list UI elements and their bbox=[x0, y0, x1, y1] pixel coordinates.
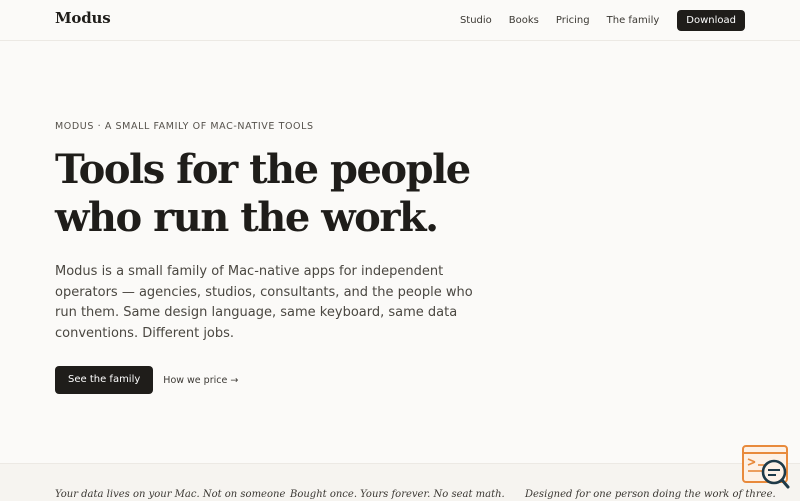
chat-search-icon bbox=[742, 445, 790, 489]
nav-links: Studio Books Pricing The family Download bbox=[443, 10, 745, 31]
nav-link-studio[interactable]: Studio bbox=[460, 15, 492, 26]
brand-logo[interactable]: Modus bbox=[55, 9, 111, 27]
how-we-price-link[interactable]: How we price → bbox=[163, 375, 238, 386]
chat-search-widget-button[interactable] bbox=[741, 444, 791, 490]
nav-link-books[interactable]: Books bbox=[509, 15, 539, 26]
see-the-family-button[interactable]: See the family bbox=[55, 366, 154, 394]
principle-quote-3: Designed for one person doing the work o… bbox=[525, 489, 776, 500]
hero-actions: See the family How we price → bbox=[55, 366, 238, 394]
hero-headline-line-2: who run the work. bbox=[55, 194, 439, 241]
hero-headline-line-1: Tools for the people bbox=[55, 146, 471, 193]
principle-quote-2: Bought once. Yours forever. No seat math… bbox=[290, 489, 505, 500]
hero-description: Modus is a small family of Mac-native ap… bbox=[55, 264, 473, 341]
hero-headline: Tools for the people who run the work. bbox=[55, 146, 575, 242]
principle-quote-1: Your data lives on your Mac. Not on some… bbox=[55, 489, 286, 500]
top-nav: Modus Studio Books Pricing The family Do… bbox=[0, 0, 800, 41]
nav-link-pricing[interactable]: Pricing bbox=[556, 15, 590, 26]
hero-eyebrow: MODUS · A SMALL FAMILY OF MAC-NATIVE TOO… bbox=[55, 121, 314, 132]
principles-strip: Your data lives on your Mac. Not on some… bbox=[0, 463, 800, 501]
download-button[interactable]: Download bbox=[677, 10, 745, 31]
nav-link-the-family[interactable]: The family bbox=[607, 15, 660, 26]
